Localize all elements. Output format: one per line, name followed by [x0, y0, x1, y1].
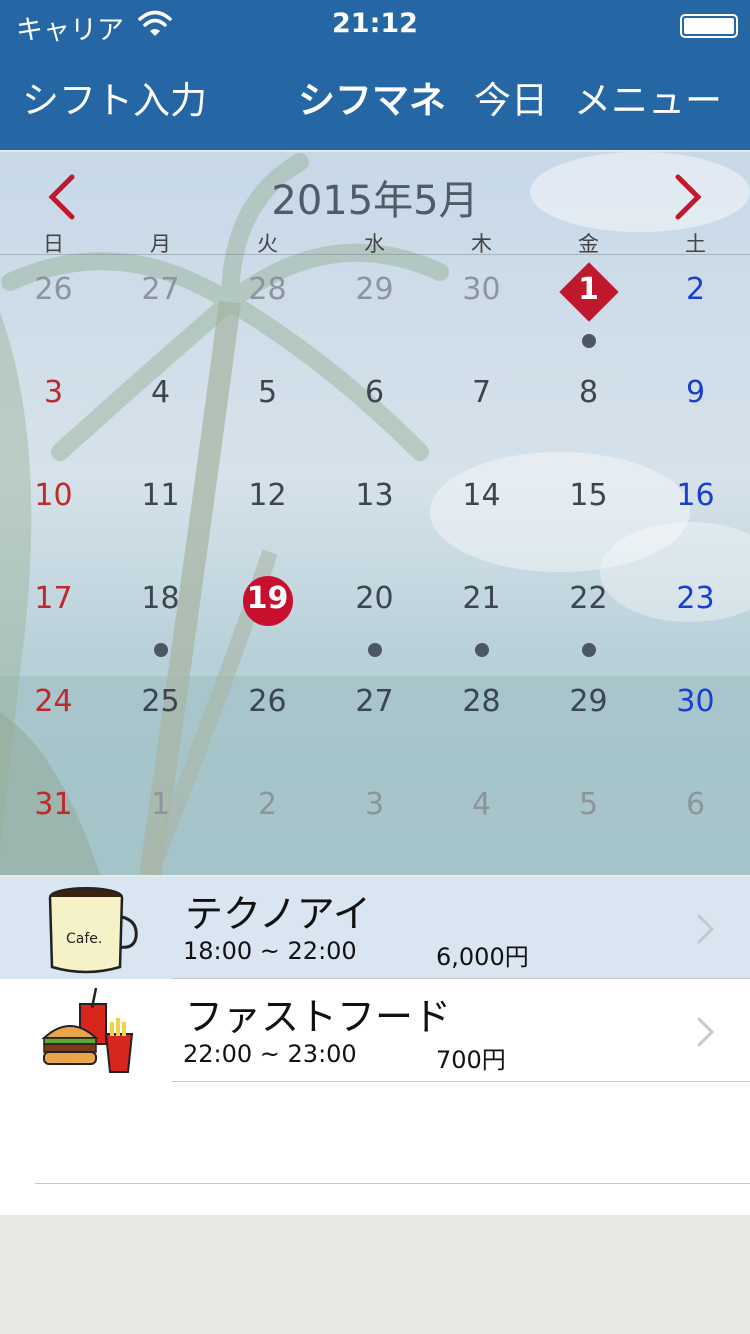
calendar-day[interactable]: 26	[214, 684, 321, 719]
shift-hours: 22:00 ~ 23:00	[183, 1040, 357, 1068]
calendar-day[interactable]: 22	[535, 581, 642, 616]
calendar-day[interactable]: 5	[535, 787, 642, 822]
weekday-divider	[0, 254, 750, 255]
calendar-day[interactable]: 8	[535, 375, 642, 410]
navigation-bar: キャリア 21:12 シフト入力 シフマネ 今日 メニュー	[0, 0, 750, 150]
shift-indicator-dot	[153, 643, 168, 657]
shift-row[interactable]: ファストフード 22:00 ~ 23:00 700円	[0, 980, 750, 1082]
calendar-day[interactable]: 27	[107, 272, 214, 307]
calendar-day[interactable]: 23	[642, 581, 749, 616]
calendar-day[interactable]: 7	[428, 375, 535, 410]
calendar-day[interactable]: 18	[107, 581, 214, 616]
calendar-day[interactable]: 20	[321, 581, 428, 616]
chevron-right-icon	[696, 913, 715, 945]
calendar-day[interactable]: 5	[214, 375, 321, 410]
calendar-day[interactable]: 2	[214, 787, 321, 822]
calendar-day[interactable]: 15	[535, 478, 642, 513]
calendar-day[interactable]: 31	[0, 787, 107, 822]
list-divider	[35, 1183, 750, 1184]
calendar-day[interactable]: 6	[321, 375, 428, 410]
shift-indicator-dot	[581, 643, 596, 657]
calendar-day[interactable]: 10	[0, 478, 107, 513]
calendar-day[interactable]: 3	[0, 375, 107, 410]
calendar-day[interactable]: 27	[321, 684, 428, 719]
coffee-cafe-icon: Cafe.	[48, 887, 138, 974]
shift-name: テクノアイ	[185, 892, 371, 936]
calendar-day[interactable]: 28	[214, 272, 321, 307]
shift-list: Cafe. テクノアイ 18:00 ~ 22:00 6,000円 ファストフード…	[0, 877, 750, 1215]
calendar-day[interactable]: 17	[0, 581, 107, 616]
calendar-day[interactable]: 28	[428, 684, 535, 719]
calendar-day[interactable]: 1	[535, 272, 642, 307]
today-button[interactable]: 今日	[474, 70, 548, 124]
calendar-day[interactable]: 1	[107, 787, 214, 822]
calendar-day[interactable]: 24	[0, 684, 107, 719]
clock: 21:12	[332, 8, 418, 39]
calendar-day[interactable]: 26	[0, 272, 107, 307]
shift-indicator-dot	[367, 643, 382, 657]
chevron-right-icon	[696, 1016, 715, 1048]
menu-button[interactable]: メニュー	[574, 70, 722, 124]
month-title: 2015年5月	[271, 178, 479, 224]
calendar: 2015年5月 日月火水木金土 26 27 28 29 30 1 2 3 4 5 6 7 8 9 10 11 1…	[0, 152, 750, 875]
app-screen: キャリア 21:12 シフト入力 シフマネ 今日 メニュー 2015年5月 日 …	[0, 0, 750, 1334]
calendar-day[interactable]: 16	[642, 478, 749, 513]
calendar-day[interactable]: 19	[214, 581, 321, 616]
calendar-day[interactable]: 9	[642, 375, 749, 410]
calendar-day[interactable]: 4	[107, 375, 214, 410]
shift-pay: 6,000円	[436, 943, 529, 971]
next-month-arrow-icon[interactable]	[668, 172, 708, 222]
calendar-day[interactable]: 30	[428, 272, 535, 307]
battery-cap	[680, 14, 738, 38]
shift-hours: 18:00 ~ 22:00	[183, 937, 357, 965]
shift-input-button[interactable]: シフト入力	[22, 70, 207, 124]
row-divider	[172, 1081, 750, 1082]
calendar-day[interactable]: 4	[428, 787, 535, 822]
calendar-day[interactable]: 21	[428, 581, 535, 616]
shift-indicator-dot	[474, 643, 489, 657]
shift-row[interactable]: Cafe. テクノアイ 18:00 ~ 22:00 6,000円	[0, 877, 750, 979]
calendar-day[interactable]: 29	[535, 684, 642, 719]
calendar-day[interactable]: 25	[107, 684, 214, 719]
calendar-day[interactable]: 11	[107, 478, 214, 513]
row-divider	[172, 978, 750, 979]
calendar-day[interactable]: 12	[214, 478, 321, 513]
shift-indicator-dot	[581, 334, 596, 348]
calendar-day[interactable]: 13	[321, 478, 428, 513]
app-title: シフマネ	[298, 79, 446, 122]
beach-background-image	[0, 152, 750, 875]
cafe-label: Cafe.	[66, 931, 102, 947]
shift-pay: 700円	[436, 1046, 506, 1074]
shift-name: ファストフード	[185, 995, 452, 1039]
calendar-day[interactable]: 29	[321, 272, 428, 307]
calendar-day[interactable]: 14	[428, 478, 535, 513]
fast-food-icon	[41, 987, 134, 1073]
calendar-day[interactable]: 3	[321, 787, 428, 822]
calendar-day[interactable]: 6	[642, 787, 749, 822]
calendar-day[interactable]: 2	[642, 272, 749, 307]
previous-month-arrow-icon[interactable]	[42, 172, 82, 222]
status-bar: キャリア 21:12	[0, 0, 750, 50]
calendar-day[interactable]: 30	[642, 684, 749, 719]
